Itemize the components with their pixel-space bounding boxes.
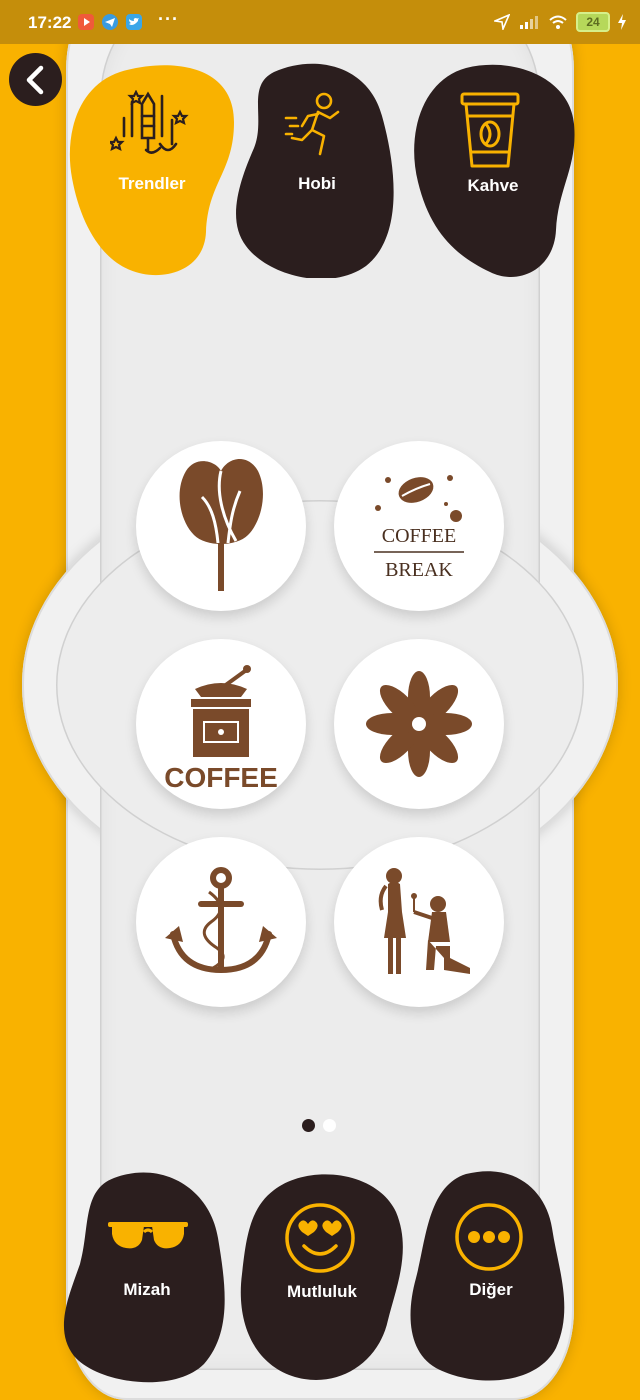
fireworks-icon <box>110 90 189 154</box>
category-trendler[interactable]: Trendler <box>66 62 238 280</box>
category-kahve[interactable]: Kahve <box>410 62 576 280</box>
grid-item-2[interactable]: COFFEE BREAK <box>334 441 504 611</box>
wifi-icon <box>549 15 567 29</box>
category-label: Mutluluk <box>287 1282 357 1301</box>
coffee-grinder-icon: COFFEE <box>164 665 278 789</box>
chevron-left-icon <box>26 65 43 94</box>
runner-icon <box>284 92 340 156</box>
coffee-cup-icon <box>460 92 520 168</box>
more-dots-icon <box>455 1203 523 1271</box>
anchor-icon <box>165 867 277 974</box>
category-label: Trendler <box>118 174 186 193</box>
category-label: Hobi <box>298 174 336 193</box>
telegram-icon <box>102 14 118 30</box>
category-label: Diğer <box>469 1280 513 1299</box>
coffee-break-icon: COFFEE BREAK <box>374 475 464 581</box>
coffee-bean-tulip-icon <box>179 458 263 591</box>
pager-dot-active[interactable] <box>302 1119 315 1132</box>
category-label: Kahve <box>467 176 519 195</box>
sunglasses-icon <box>108 1222 188 1249</box>
category-diger[interactable]: Diğer <box>406 1168 576 1384</box>
status-bar: 17:22 ··· 24 <box>0 0 640 44</box>
charging-icon <box>618 14 626 30</box>
grid-item-6[interactable] <box>334 837 504 1007</box>
status-more-dots: ··· <box>158 9 179 29</box>
pager-dot[interactable] <box>323 1119 336 1132</box>
location-arrow-icon <box>494 14 510 30</box>
category-hobi[interactable]: Hobi <box>234 60 400 278</box>
star-anise-icon <box>366 671 472 777</box>
grid-item-1[interactable] <box>136 441 306 611</box>
back-button[interactable] <box>9 53 62 106</box>
coffee-break-text-1: COFFEE <box>382 525 456 547</box>
category-blob <box>63 1172 225 1383</box>
phone-frame-inner-bulge <box>56 500 584 870</box>
battery-indicator: 24 <box>576 12 610 32</box>
category-blob <box>410 1171 565 1381</box>
couple-proposal-icon <box>378 868 470 974</box>
page-indicator <box>302 1119 336 1132</box>
coffee-grinder-text: COFFEE <box>164 762 278 789</box>
category-label: Mizah <box>123 1280 171 1299</box>
heart-eyes-smiley-icon <box>285 1203 355 1273</box>
youtube-icon <box>78 14 94 30</box>
coffee-break-text-2: BREAK <box>385 559 453 581</box>
twitter-icon <box>126 14 142 30</box>
grid-item-4[interactable] <box>334 639 504 809</box>
status-time: 17:22 <box>28 13 72 32</box>
category-mizah[interactable]: Mizah <box>62 1168 232 1384</box>
grid-item-5[interactable] <box>136 837 306 1007</box>
signal-icon <box>520 16 538 29</box>
category-mutluluk[interactable]: Mutluluk <box>238 1170 406 1384</box>
grid-item-3[interactable]: COFFEE <box>136 639 306 809</box>
